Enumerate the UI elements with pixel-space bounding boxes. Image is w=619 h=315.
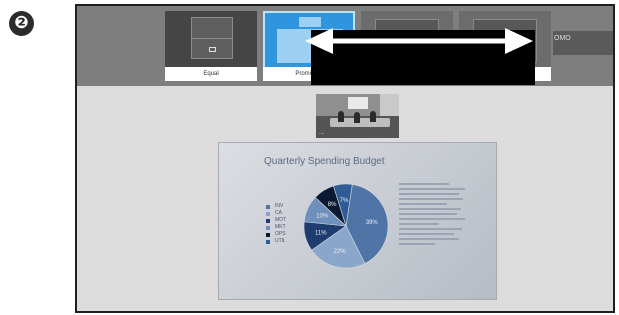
- legend-label: INV: [275, 203, 284, 209]
- text-line: [399, 228, 462, 230]
- layout-bar-side-text: OMO: [554, 35, 571, 42]
- video-participant-figure: [338, 111, 344, 122]
- pie-slice-label: 39%: [366, 220, 379, 226]
- device-screen: Equal Prominent OMO .... Quarterly Spend…: [75, 4, 615, 313]
- pie-slice-label: 10%: [316, 213, 329, 219]
- video-participant-figure: [370, 111, 376, 122]
- legend-item: MOT: [266, 217, 286, 224]
- double-headed-arrow-icon: [305, 28, 533, 54]
- pie-slice-label: 22%: [334, 249, 347, 255]
- text-line: [399, 243, 435, 245]
- legend-item: INV: [266, 203, 286, 210]
- pie-chart: 39% 22% 11% 10% 8%7%: [303, 183, 389, 269]
- text-line: [399, 198, 463, 200]
- text-line: [399, 213, 457, 215]
- legend-item: OPS: [266, 231, 286, 238]
- legend-swatch: [266, 225, 270, 230]
- text-line: [399, 193, 459, 195]
- pie-slice-label: 11%: [315, 231, 327, 237]
- step-number-badge: ❷: [9, 11, 34, 36]
- layout-option-label: Equal: [165, 67, 257, 81]
- legend-label: OPS: [275, 231, 286, 237]
- text-line: [399, 208, 461, 210]
- layout-option-equal[interactable]: Equal: [165, 11, 257, 81]
- legend-label: CA: [275, 210, 282, 216]
- text-line: [399, 223, 439, 225]
- video-thumbnail-caption: ....: [319, 130, 325, 136]
- text-line: [399, 218, 465, 220]
- legend-swatch: [266, 211, 270, 216]
- legend-swatch: [266, 232, 270, 237]
- legend-item: CA: [266, 210, 286, 217]
- video-participant-thumbnail[interactable]: ....: [316, 94, 399, 138]
- screen-icon: [209, 47, 216, 52]
- legend-swatch: [266, 239, 270, 244]
- video-room-window: [380, 94, 399, 116]
- video-participant-figure: [354, 112, 360, 123]
- presentation-body-text: [399, 183, 467, 248]
- text-line: [399, 233, 454, 235]
- text-line: [399, 203, 447, 205]
- pie-slice-label: 7%: [340, 198, 349, 204]
- legend-label: MKT: [275, 224, 286, 230]
- text-line: [399, 238, 459, 240]
- text-line: [399, 183, 449, 185]
- legend-label: UTIL: [275, 238, 286, 244]
- legend-swatch: [266, 218, 270, 223]
- legend-label: MOT: [275, 217, 287, 223]
- legend-item: UTIL: [266, 238, 286, 245]
- legend-item: MKT: [266, 224, 286, 231]
- shared-presentation: Quarterly Spending Budget INV CA MOT MKT OPS…: [218, 142, 497, 300]
- legend-swatch: [266, 204, 270, 209]
- video-room-screen: [348, 97, 368, 109]
- chart-legend: INV CA MOT MKT OPS UTIL: [266, 203, 286, 245]
- layout-equal-preview: [191, 17, 233, 59]
- text-line: [399, 188, 465, 190]
- presentation-title: Quarterly Spending Budget: [264, 156, 385, 167]
- pie-slice-label: 8%: [328, 202, 337, 208]
